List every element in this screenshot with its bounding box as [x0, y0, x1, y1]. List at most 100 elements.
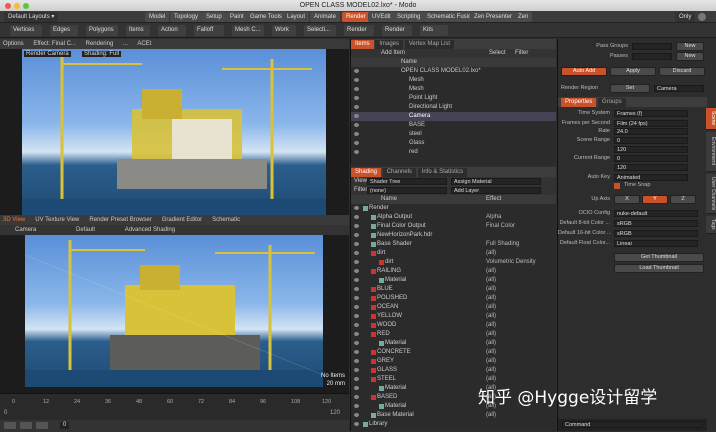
settings-gear-icon[interactable]	[698, 13, 706, 21]
property-field[interactable]: 0	[614, 137, 688, 144]
toolbar-selecti--8[interactable]: Selecti...	[304, 25, 336, 36]
shader-layer-effect[interactable]: (all)	[486, 330, 496, 339]
vp-tab-gradient-editor[interactable]: Gradient Editor	[162, 217, 202, 223]
close-icon[interactable]	[5, 3, 11, 9]
filter-dropdown[interactable]: (none)	[367, 187, 447, 194]
shader-row[interactable]: Library	[351, 420, 556, 429]
ocio-dropdown[interactable]: sRGB	[614, 220, 698, 227]
visibility-eye-icon[interactable]	[354, 233, 359, 237]
shader-layer-effect[interactable]: (all)	[486, 411, 496, 420]
property-field[interactable]: 24.0	[614, 128, 688, 135]
timeline[interactable]: 0 12 24 36 48 60 72 84 96 108 120 0 120 0	[0, 393, 349, 432]
load-thumbnail-button[interactable]: Load Thumbnail	[614, 264, 704, 273]
3d-viewport[interactable]: 3D View UV Texture View Render Preset Brow…	[0, 215, 349, 393]
play-forward-icon[interactable]	[36, 422, 48, 429]
item-row[interactable]: red	[351, 148, 556, 157]
layout-tab-animate[interactable]: Animate	[310, 12, 341, 22]
shader-row[interactable]: OCEAN (all)	[351, 303, 556, 312]
toolbar-vertices-0[interactable]: Vertices	[10, 25, 42, 36]
shader-layer-effect[interactable]: (all)	[486, 267, 496, 276]
property-field[interactable]: 120	[614, 146, 688, 153]
shader-layer-effect[interactable]: Final Color	[486, 222, 515, 231]
tab-properties[interactable]: Properties	[561, 98, 597, 107]
toolbar-action-4[interactable]: Action	[158, 25, 186, 36]
visibility-eye-icon[interactable]	[354, 78, 359, 82]
layout-tab-zen[interactable]: Zen	[514, 12, 533, 22]
toolbar-edges-1[interactable]: Edges	[50, 25, 78, 36]
command-input[interactable]: Command	[562, 421, 702, 428]
item-row[interactable]: OPEN CLASS MODEL02.lxo*	[351, 67, 556, 76]
property-field[interactable]: 120	[614, 164, 688, 171]
visibility-eye-icon[interactable]	[354, 96, 359, 100]
shader-row[interactable]: WOOD (all)	[351, 321, 556, 330]
visibility-eye-icon[interactable]	[354, 105, 359, 109]
vp-tab-schematic[interactable]: Schematic	[212, 217, 240, 223]
visibility-eye-icon[interactable]	[354, 224, 359, 228]
layout-tab-uvedit[interactable]: UVEdit	[368, 12, 395, 22]
3d-scene-view[interactable]	[25, 235, 323, 387]
visibility-eye-icon[interactable]	[354, 141, 359, 145]
visibility-eye-icon[interactable]	[354, 260, 359, 264]
side-tab-environment[interactable]: Environment	[706, 132, 716, 172]
play-icon[interactable]	[20, 422, 32, 429]
vp-tab-render-preset-browser[interactable]: Render Preset Browser	[89, 217, 151, 223]
property-field[interactable]: Film (24 fps)	[614, 120, 688, 127]
shading-effect-header[interactable]: Effect	[486, 195, 501, 204]
play-back-icon[interactable]	[4, 422, 16, 429]
visibility-eye-icon[interactable]	[354, 386, 359, 390]
new-pass-group-button[interactable]: New	[676, 42, 704, 51]
tab-shading[interactable]: Shading	[351, 168, 382, 177]
vp-shading-dropdown[interactable]: Advanced Shading	[125, 227, 175, 233]
default-layouts-dropdown[interactable]: Default Layouts ▾	[4, 12, 59, 22]
shader-row[interactable]: GREY (all)	[351, 357, 556, 366]
shader-layer-effect[interactable]: (all)	[486, 303, 496, 312]
toolbar-render-10[interactable]: Render	[382, 25, 412, 36]
new-pass-button[interactable]: New	[676, 52, 704, 61]
visibility-eye-icon[interactable]	[354, 87, 359, 91]
shader-row[interactable]: Base Shader Full Shading	[351, 240, 556, 249]
vp-rendering-tab[interactable]: Rendering	[86, 41, 114, 47]
vp-effect-dropdown[interactable]: Effect: Final C...	[33, 41, 76, 47]
tab-info-statistics[interactable]: Info & Statistics	[417, 168, 468, 177]
tab-groups[interactable]: Groups	[598, 98, 626, 107]
visibility-eye-icon[interactable]	[354, 377, 359, 381]
visibility-eye-icon[interactable]	[354, 314, 359, 318]
shader-row[interactable]: POLISHED (all)	[351, 294, 556, 303]
tab-items[interactable]: Items	[351, 40, 374, 49]
render-viewport[interactable]: Options Effect: Final C... Rendering ...…	[0, 39, 349, 215]
shader-row[interactable]: dirt Volumetric Density	[351, 258, 556, 267]
layout-tab-render[interactable]: Render	[342, 12, 370, 22]
up-axis-y-button[interactable]: Y	[642, 195, 668, 204]
visibility-eye-icon[interactable]	[354, 150, 359, 154]
shader-row[interactable]: dirt (all)	[351, 249, 556, 258]
name-column-header[interactable]: Name	[401, 58, 417, 67]
shader-row[interactable]: GLASS (all)	[351, 366, 556, 375]
assign-material-dropdown[interactable]: Assign Material	[451, 178, 541, 185]
visibility-eye-icon[interactable]	[354, 251, 359, 255]
visibility-eye-icon[interactable]	[354, 368, 359, 372]
toolbar-items-3[interactable]: Items	[126, 25, 150, 36]
layout-tab-topology[interactable]: Topology	[170, 12, 203, 22]
visibility-eye-icon[interactable]	[354, 278, 359, 282]
shader-row[interactable]: Alpha Output Alpha	[351, 213, 556, 222]
visibility-eye-icon[interactable]	[354, 332, 359, 336]
layout-tab-model[interactable]: Model	[145, 12, 170, 22]
ocio-dropdown[interactable]: Linear	[614, 240, 698, 247]
render-region-set-button[interactable]: Set	[610, 84, 650, 93]
shader-row[interactable]: CONCRETE (all)	[351, 348, 556, 357]
shader-layer-effect[interactable]: (all)	[486, 294, 496, 303]
shading-name-header[interactable]: Name	[381, 195, 397, 204]
tab-images[interactable]: Images	[375, 40, 404, 49]
side-tab-scene[interactable]: Scene	[706, 108, 716, 130]
current-frame-field[interactable]: 0	[60, 422, 70, 429]
shader-row[interactable]: BLUE (all)	[351, 285, 556, 294]
visibility-eye-icon[interactable]	[354, 413, 359, 417]
shader-row[interactable]: RAILING (all)	[351, 267, 556, 276]
minimize-icon[interactable]	[14, 3, 20, 9]
get-thumbnail-button[interactable]: Get Thumbnail	[614, 253, 704, 262]
vp-tab-3d-view[interactable]: 3D View	[3, 217, 25, 223]
shader-row[interactable]: Material (all)	[351, 339, 556, 348]
vp-camera-dropdown[interactable]: Camera	[15, 227, 36, 233]
item-row[interactable]: Point Light	[351, 94, 556, 103]
shader-row[interactable]: NewHorizonPark.hdr	[351, 231, 556, 240]
